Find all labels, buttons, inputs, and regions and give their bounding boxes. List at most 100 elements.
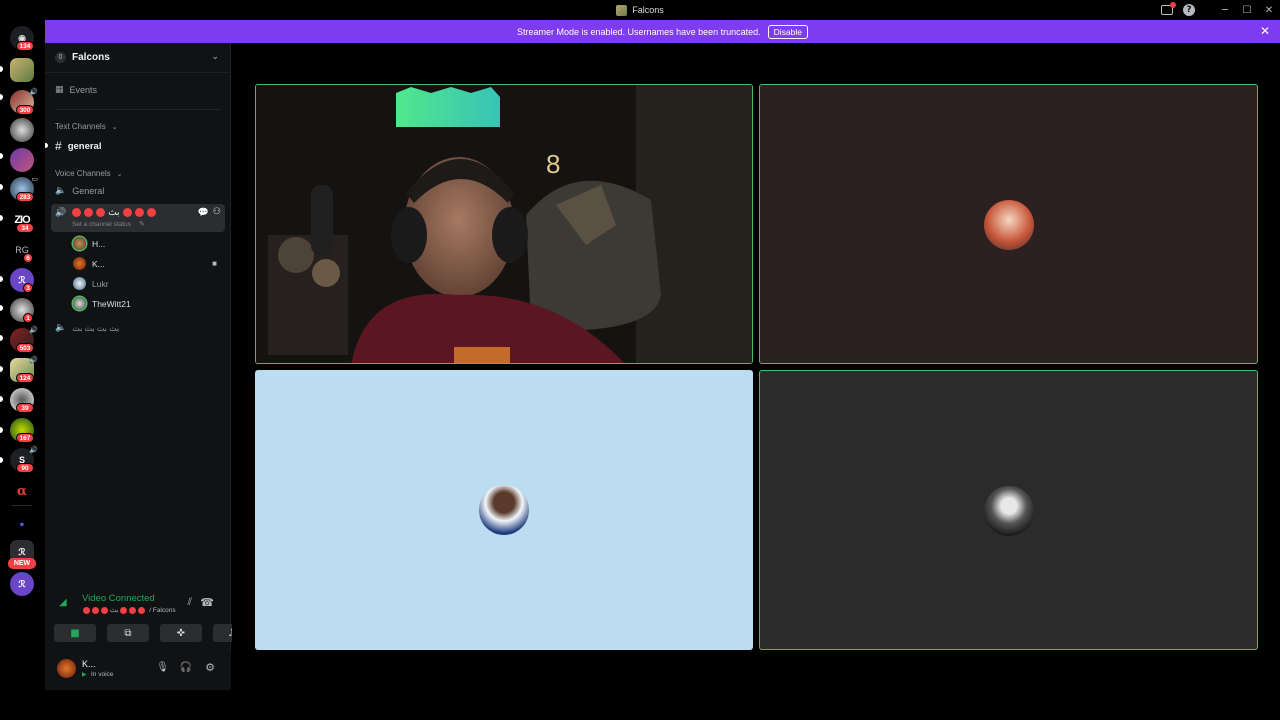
server-icon-13[interactable]: S 🔊 90 xyxy=(10,446,38,473)
server-icon-16[interactable]: ℛ xyxy=(10,572,34,596)
server-icon-direct-messages[interactable]: ◉ 134 xyxy=(10,26,34,51)
avatar[interactable] xyxy=(57,659,76,678)
disconnect-icon[interactable]: ☎ xyxy=(200,596,214,609)
user-name: K... xyxy=(82,659,96,669)
gear-icon[interactable]: ⚙ xyxy=(205,661,215,674)
folder-icon[interactable]: ▪ xyxy=(10,512,34,536)
channel-general-voice[interactable]: 🔈 General xyxy=(55,186,104,196)
speaker-icon: 🔊 xyxy=(55,207,67,218)
voice-member[interactable]: K... ■ xyxy=(73,257,223,270)
window-title: Falcons xyxy=(632,5,664,15)
screen-share-button[interactable]: ⧉ xyxy=(107,624,149,642)
channel-sidebar: 0 Falcons ⌄ ▦ Events Text Channels ⌄ # g… xyxy=(45,43,251,690)
avatar xyxy=(984,200,1034,250)
events-label: Events xyxy=(69,85,98,95)
help-icon[interactable]: ? xyxy=(1178,0,1200,20)
server-icon-9[interactable]: 🔊 503 xyxy=(10,326,38,353)
gamepad-icon: ✜ xyxy=(176,627,186,639)
unread-badge: 300 xyxy=(16,105,34,115)
unread-badge: 90 xyxy=(16,463,34,473)
voice-member[interactable]: H... xyxy=(73,237,105,250)
minimize-icon[interactable]: ─ xyxy=(1214,0,1236,20)
server-icon-8[interactable]: 1 xyxy=(10,298,34,323)
avatar xyxy=(73,257,86,270)
server-boost-icon: 0 xyxy=(55,52,66,63)
speaker-icon: 🔊 xyxy=(29,326,38,334)
unread-badge: 167 xyxy=(16,433,34,443)
server-rail: ◉ 134 🔊 300 ▭ 283 ZIO 34 RG 6 ℛ 3 1 🔊 50… xyxy=(0,20,45,690)
avatar xyxy=(73,297,86,310)
voice-channels-category[interactable]: Voice Channels ⌄ xyxy=(55,169,122,178)
events-item[interactable]: ▦ Events xyxy=(55,85,97,95)
avatar xyxy=(73,237,86,250)
server-icon-14[interactable]: α xyxy=(10,479,34,503)
headphones-icon[interactable]: 🎧 xyxy=(180,662,192,673)
server-name: Falcons xyxy=(72,52,110,63)
unread-badge: 39 xyxy=(16,403,34,413)
video-tile-avatar-2[interactable] xyxy=(759,84,1258,364)
banner-text: Streamer Mode is enabled. Usernames have… xyxy=(517,26,761,37)
video-tile-avatar-3[interactable] xyxy=(255,370,753,650)
screen-share-icon: ⧉ xyxy=(124,627,132,639)
server-icon-zio[interactable]: ZIO 34 xyxy=(10,208,34,233)
video-grid: 8 xyxy=(232,43,1280,690)
avatar xyxy=(73,277,86,290)
server-icon-3[interactable] xyxy=(10,118,34,142)
voice-status[interactable]: Video Connected xyxy=(82,593,155,604)
unread-badge: 134 xyxy=(16,41,34,51)
channel-general-text[interactable]: # general xyxy=(55,139,101,153)
server-icon-11[interactable]: 39 xyxy=(10,388,34,413)
server-icon-rg[interactable]: RG 6 xyxy=(10,238,34,263)
user-panel: K... ▶ In voice 🎙 🎧 ⚙ xyxy=(45,650,231,690)
channel-other-voice[interactable]: 🔈 بث بث بث بث xyxy=(55,323,119,333)
unread-badge: 1 xyxy=(23,313,33,323)
disable-button[interactable]: Disable xyxy=(767,24,808,39)
speaker-icon: 🔊 xyxy=(29,356,38,364)
avatar xyxy=(984,486,1034,536)
server-icon-7[interactable]: ℛ 3 xyxy=(10,268,34,293)
unread-badge: 3 xyxy=(23,283,33,293)
unread-badge: 124 xyxy=(16,373,34,383)
channel-status-text[interactable]: Set a channel status xyxy=(72,221,131,228)
voice-channel-glyph: بث xyxy=(110,607,119,614)
chevron-down-icon: ⌄ xyxy=(116,169,123,178)
server-icon-10[interactable]: 🔊 124 xyxy=(10,356,38,383)
video-camera-icon: ■ xyxy=(70,627,80,639)
voice-connection-panel: ◢ Video Connected بث / Falcons ⫽ ☎ ■ ⧉ ✜… xyxy=(50,589,251,645)
unread-badge: 34 xyxy=(16,223,34,233)
server-header[interactable]: 0 Falcons ⌄ xyxy=(45,43,231,73)
speaker-icon: 🔈 xyxy=(55,323,67,333)
invite-icon[interactable]: ⚇ xyxy=(213,207,221,217)
server-icon-12[interactable]: 167 xyxy=(10,418,34,443)
speaker-icon: 🔊 xyxy=(29,88,38,96)
server-icon-4[interactable] xyxy=(10,148,34,172)
hashtag-icon: # xyxy=(55,139,62,153)
camera-button[interactable]: ■ xyxy=(54,624,96,642)
close-window-icon[interactable]: ✕ xyxy=(1258,0,1280,20)
inbox-icon[interactable] xyxy=(1156,0,1178,20)
speaker-icon: ▶ xyxy=(82,672,87,678)
server-icon-5[interactable]: ▭ 283 xyxy=(10,175,38,202)
activities-button[interactable]: ✜ xyxy=(160,624,202,642)
maximize-icon[interactable]: ☐ xyxy=(1236,0,1258,20)
close-banner-icon[interactable]: ✕ xyxy=(1260,24,1270,38)
unread-badge: 6 xyxy=(23,253,33,263)
server-icon-2[interactable]: 🔊 300 xyxy=(10,88,38,115)
microphone-icon[interactable]: 🎙 xyxy=(156,662,169,673)
chat-icon[interactable]: 💬 xyxy=(198,207,209,218)
voice-member[interactable]: TheWitt21 xyxy=(73,297,131,310)
unread-badge: 503 xyxy=(16,343,34,353)
voice-server-name: / Falcons xyxy=(149,606,176,614)
text-channels-category[interactable]: Text Channels ⌄ xyxy=(55,122,118,131)
video-tile-camera[interactable]: 8 xyxy=(255,84,753,364)
connection-signal-icon: ◢ xyxy=(59,597,67,608)
speaker-icon: 🔊 xyxy=(29,446,38,454)
noise-suppression-icon[interactable]: ⫽ xyxy=(188,597,192,608)
video-camera-icon: ■ xyxy=(212,259,217,268)
unread-badge: 283 xyxy=(16,192,34,202)
active-voice-channel[interactable]: 🔊 بث 💬 ⚇ Set a channel status ✎ xyxy=(51,204,225,232)
voice-member[interactable]: Lukr xyxy=(73,277,109,290)
server-icon-falcons[interactable] xyxy=(10,58,34,82)
user-status: In voice xyxy=(91,671,114,678)
video-tile-avatar-4[interactable] xyxy=(759,370,1258,650)
